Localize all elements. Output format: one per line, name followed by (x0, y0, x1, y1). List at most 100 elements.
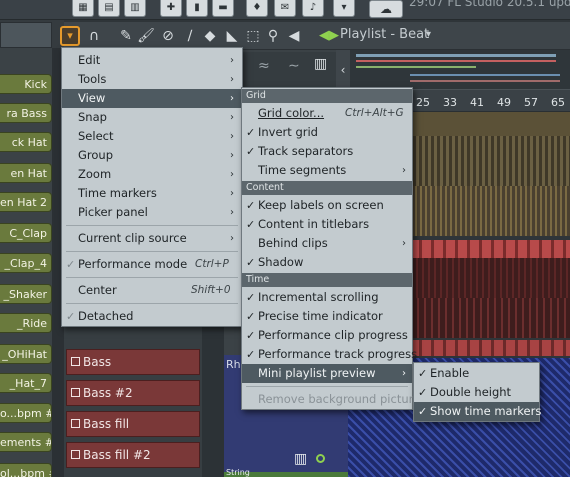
menu-item-enable[interactable]: ✓ Enable (414, 364, 539, 383)
clip-block[interactable] (410, 298, 570, 338)
clip-block[interactable] (410, 186, 570, 236)
slip-icon[interactable]: ◆ (200, 27, 220, 45)
menu-item-incremental-scrolling[interactable]: ✓ Incremental scrolling (242, 288, 412, 307)
menu-item-performance-track-progress[interactable]: ✓ Performance track progress (242, 345, 417, 364)
toolbar-button-8[interactable]: ✉ (274, 0, 296, 17)
channel-button[interactable]: _Shaker (0, 284, 52, 304)
slice-icon[interactable]: ◣ (222, 27, 242, 45)
section-header-content: Content (242, 181, 412, 195)
clip-block[interactable] (410, 136, 570, 186)
menu-item-behind-clips[interactable]: Behind clips › (242, 234, 412, 253)
menu-item-grid-color[interactable]: Grid color... Ctrl+Alt+G (242, 104, 412, 123)
mini-playlist-preview-submenu: ✓ Enable ✓ Double height ✓ Show time marker… (413, 362, 541, 422)
select-icon[interactable]: ⬚ (243, 27, 263, 45)
title-dropdown-icon[interactable]: ▾ (426, 29, 431, 40)
menu-item-picker-panel[interactable]: Picker panel › (62, 203, 242, 222)
menu-item-center[interactable]: Center Shift+0 (62, 281, 242, 300)
menu-item-track-separators[interactable]: ✓ Track separators (242, 142, 412, 161)
playlist-options-menu: Edit › Tools › View › Snap › Select › Group › … (61, 47, 243, 327)
menu-item-performance-clip-progress[interactable]: ✓ Performance clip progress (242, 326, 412, 345)
pattern-icon (71, 357, 80, 366)
submenu-arrow-icon: › (230, 188, 234, 199)
submenu-arrow-icon: › (230, 207, 234, 218)
speaker-icon[interactable]: ◀ (284, 27, 304, 45)
clip-block[interactable] (410, 258, 570, 298)
channel-button[interactable]: _Clap_4 (0, 253, 52, 273)
channel-button[interactable]: _Hat_7 (0, 373, 52, 393)
brush-icon[interactable]: 🖌 (136, 27, 156, 45)
menu-item-double-height[interactable]: ✓ Double height (414, 383, 539, 402)
menu-item-precise-time-indicator[interactable]: ✓ Precise time indicator (242, 307, 412, 326)
channel-button[interactable]: en Hat (0, 163, 52, 183)
channel-button[interactable]: en Hat 2 (0, 192, 52, 212)
channel-button[interactable]: C_Clap (0, 223, 52, 243)
menu-item-show-time-markers[interactable]: ✓ Show time markers (414, 402, 541, 421)
submenu-arrow-icon: › (402, 368, 406, 379)
menu-separator (246, 386, 408, 387)
pattern-item[interactable]: Bass #2 (66, 380, 200, 406)
menu-item-detached[interactable]: ✓ Detached (62, 307, 242, 326)
channel-button[interactable]: ck Hat (0, 132, 52, 152)
menu-separator (66, 251, 238, 252)
menu-item-view[interactable]: View › (62, 89, 242, 108)
toolbar-button-10[interactable]: ▾ (333, 0, 355, 17)
menu-item-content-in-titlebars[interactable]: ✓ Content in titlebars (242, 215, 412, 234)
toolbar-button-2[interactable]: ▤ (98, 0, 120, 17)
toolbar-button-4[interactable]: ✚ (160, 0, 182, 17)
mini-playlist-scroll-left[interactable]: ‹ (336, 50, 350, 90)
menu-item-current-clip-source[interactable]: Current clip source › (62, 229, 242, 248)
toolbar-button-3[interactable]: ▥ (124, 0, 146, 17)
menu-item-mini-playlist-preview[interactable]: Mini playlist preview › (242, 364, 412, 383)
channel-button[interactable]: ra Bass (0, 103, 52, 123)
delete-icon[interactable]: ⊘ (158, 27, 178, 45)
menu-item-invert-grid[interactable]: ✓ Invert grid (242, 123, 412, 142)
magnet-icon[interactable]: ∩ (84, 27, 104, 45)
channel-button[interactable]: Kick (0, 74, 52, 94)
pattern-item[interactable]: Bass fill #2 (66, 442, 200, 468)
ruler-number: 65 (551, 96, 565, 109)
pattern-item[interactable]: Bass (66, 349, 200, 375)
toolbar-button-1[interactable]: ▦ (72, 0, 94, 17)
pattern-label: Bass #2 (83, 386, 133, 400)
menu-item-performance-mode[interactable]: ✓ Performance mode Ctrl+P (62, 255, 242, 274)
toolbar-button-6[interactable]: ▬ (212, 0, 234, 17)
channel-button[interactable]: _OHiHat (0, 344, 52, 364)
menu-item-shadow[interactable]: ✓ Shadow (242, 253, 412, 272)
track-label: Rh (226, 358, 241, 371)
cloud-icon[interactable]: ☁ (369, 0, 403, 18)
menu-item-edit[interactable]: Edit › (62, 51, 242, 70)
clip-block[interactable] (410, 340, 570, 356)
ruler-number: 57 (524, 96, 538, 109)
check-icon: ✓ (246, 310, 256, 323)
clip-block[interactable] (410, 240, 570, 258)
playlist-options-menu-button[interactable]: ▾ (60, 26, 80, 46)
submenu-arrow-icon: › (230, 55, 234, 66)
menu-item-select[interactable]: Select › (62, 127, 242, 146)
channel-button[interactable]: _Ride (0, 313, 52, 333)
channel-button[interactable]: ements #2 (0, 432, 52, 452)
mini-playlist-preview[interactable] (350, 50, 570, 90)
pattern-icon (71, 388, 80, 397)
channel-button[interactable]: o...bpm #2 (0, 403, 52, 423)
menu-item-group[interactable]: Group › (62, 146, 242, 165)
toolbar-button-7[interactable]: ♦ (246, 0, 268, 17)
channel-button[interactable]: ol...bpm #2 (0, 463, 52, 477)
submenu-arrow-icon: › (230, 112, 234, 123)
ruler-number: 25 (416, 96, 430, 109)
mute-icon[interactable]: ∕ (180, 27, 200, 45)
toolbar-button-9[interactable]: ♪ (302, 0, 324, 17)
toolbar-button-5[interactable]: ▮ (186, 0, 208, 17)
menu-item-keep-labels[interactable]: ✓ Keep labels on screen (242, 196, 412, 215)
pencil-icon[interactable]: ✎ (116, 27, 136, 45)
menu-item-tools[interactable]: Tools › (62, 70, 242, 89)
playlist-title[interactable]: Playlist - Beat (340, 27, 429, 42)
zoom-icon[interactable]: ⚲ (263, 27, 283, 45)
clip-block[interactable] (410, 112, 570, 136)
menu-item-time-markers[interactable]: Time markers › (62, 184, 242, 203)
menu-item-zoom[interactable]: Zoom › (62, 165, 242, 184)
pattern-item[interactable]: Bass fill (66, 411, 200, 437)
menu-item-time-segments[interactable]: Time segments › (242, 161, 412, 180)
piano-roll-icon: ▥ (294, 451, 308, 467)
menu-item-snap[interactable]: Snap › (62, 108, 242, 127)
string-clip[interactable]: String (224, 468, 348, 477)
